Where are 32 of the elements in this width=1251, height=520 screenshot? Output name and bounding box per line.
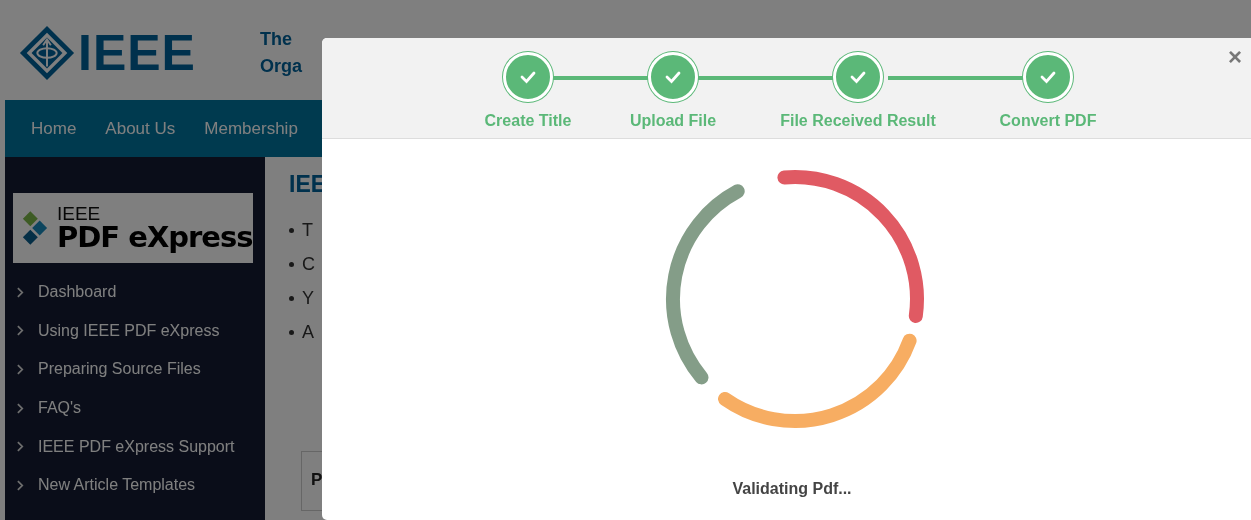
step-label: Create Title — [484, 112, 572, 130]
logo-wordmark: IEEE — [78, 23, 196, 82]
chevron-right-icon — [17, 325, 24, 337]
sidebar-link[interactable]: Preparing Source Files — [5, 350, 265, 389]
tagline-text: Orga — [259, 54, 302, 78]
status-text: Validating Pdf... — [732, 480, 852, 498]
bullet-text: C — [302, 254, 315, 275]
logo-small-text: IEEE — [57, 204, 102, 223]
nav-link[interactable]: Membership — [204, 118, 298, 139]
bullet-text: A — [302, 322, 314, 343]
chevron-right-icon — [17, 402, 24, 414]
sidebar-link[interactable]: FAQ's — [5, 388, 265, 428]
chevron-right-icon — [17, 441, 24, 453]
chevron-right-icon — [17, 479, 24, 491]
step-label: Upload File — [629, 112, 717, 130]
diamonds-icon — [21, 209, 49, 247]
sidebar-link[interactable]: New Article Templates — [5, 465, 265, 505]
bullet-text: Y — [302, 288, 314, 309]
sidebar-link[interactable]: Dashboard — [5, 273, 265, 312]
sidebar-link[interactable]: Using IEEE PDF eXpress — [5, 311, 265, 351]
close-button[interactable]: × — [1224, 43, 1246, 71]
tagline-text: The — [259, 27, 293, 51]
chevron-right-icon — [17, 364, 24, 375]
sidebar-link[interactable]: IEEE PDF eXpress Support — [5, 427, 265, 466]
logo-large-text: PDF eXpress — [57, 223, 253, 252]
step-label: Convert PDF — [999, 112, 1097, 130]
ieee-diamond-icon — [18, 23, 76, 82]
nav-link[interactable]: About Us — [105, 118, 176, 139]
chevron-right-icon — [17, 286, 24, 298]
bullet-text: T — [302, 220, 313, 241]
step-label: File Received Result — [780, 112, 936, 130]
nav-link[interactable]: Home — [31, 118, 77, 139]
